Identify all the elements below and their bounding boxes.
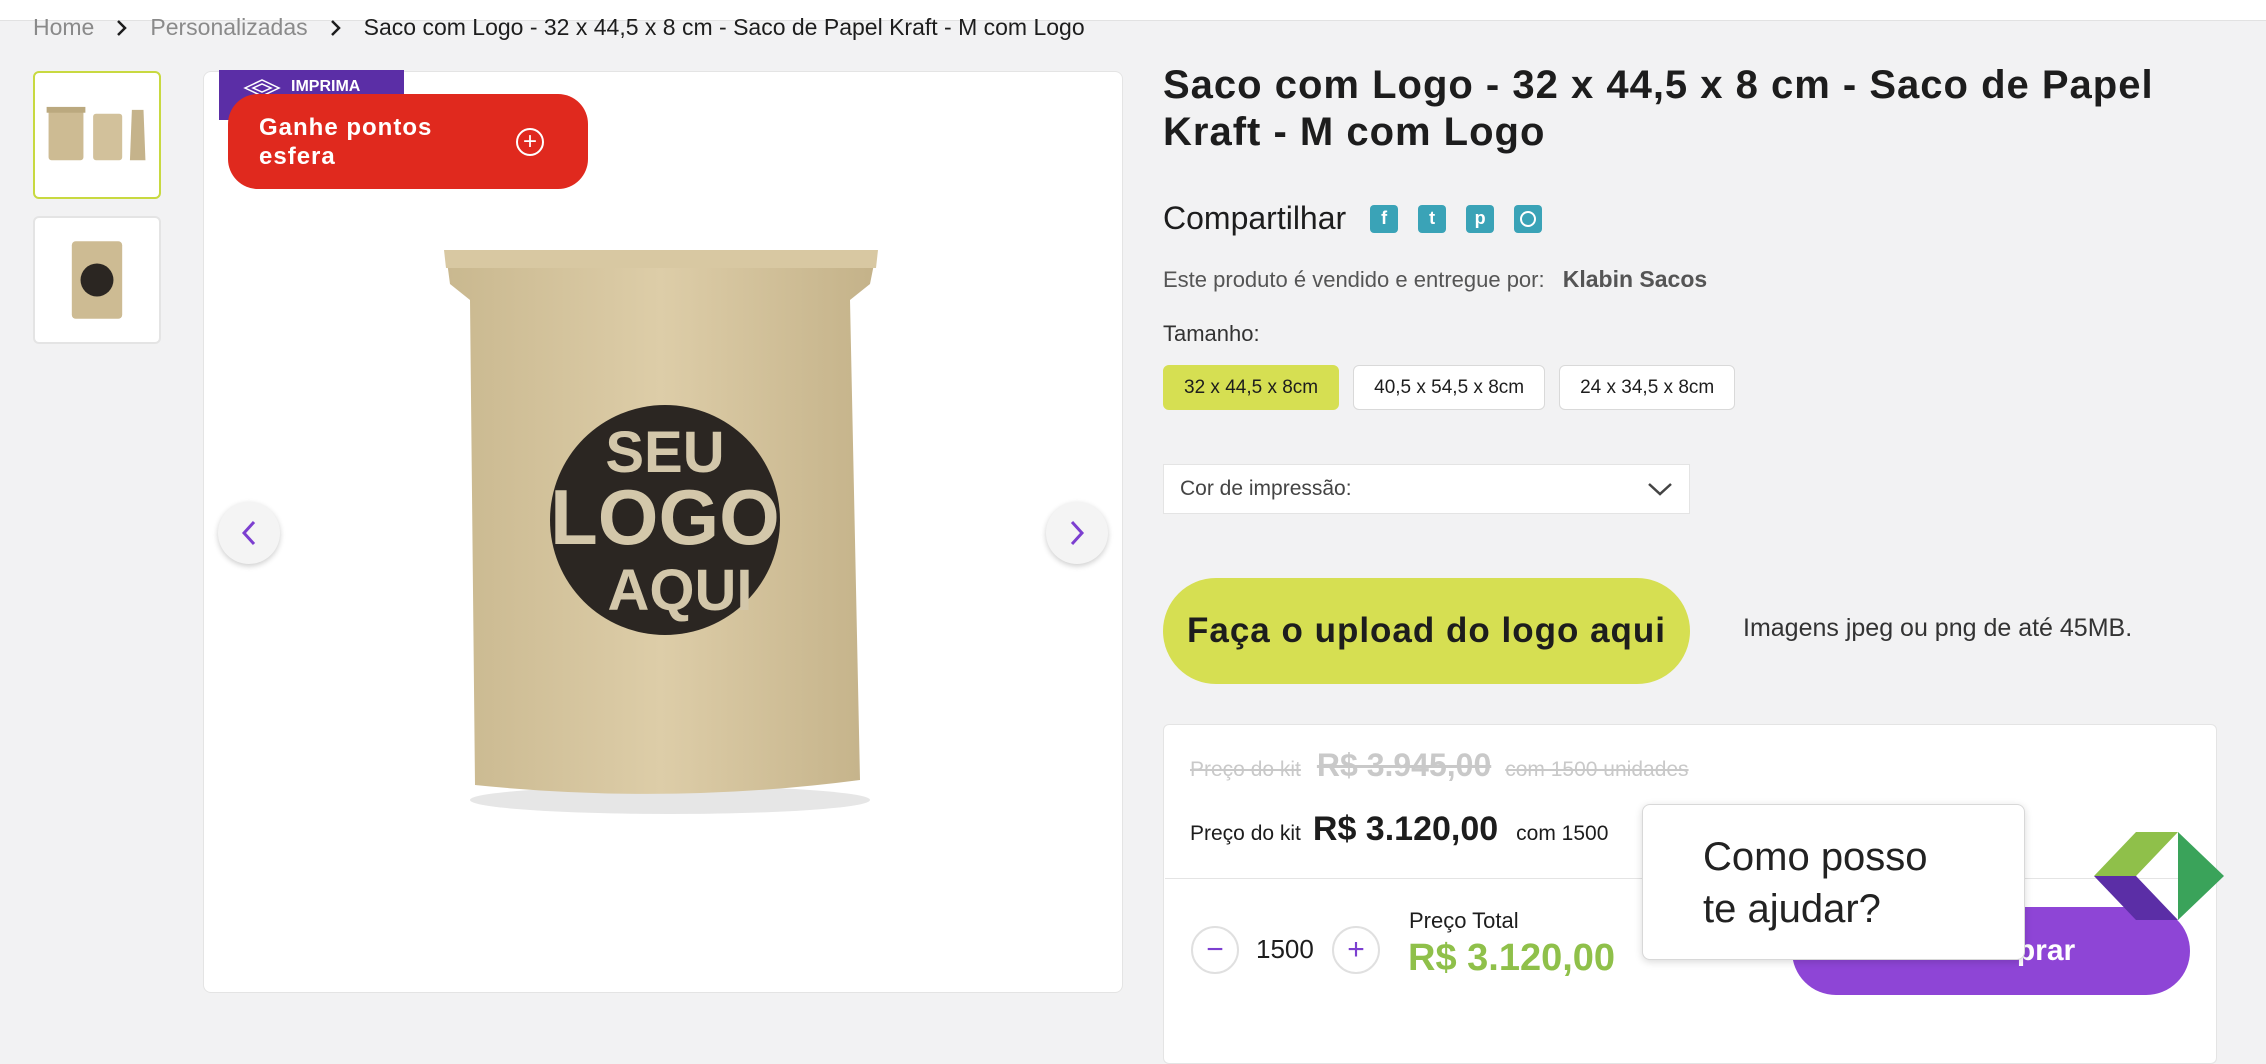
previous-image-button[interactable] (218, 502, 280, 564)
quantity-increase-button[interactable]: + (1332, 926, 1380, 974)
upload-note: Imagens jpeg ou png de até 45MB. (1743, 614, 2133, 642)
earn-points-label: Ganhe pontos esfera (259, 113, 433, 170)
product-title: Saco com Logo - 32 x 44,5 x 8 cm - Saco … (1163, 63, 2154, 154)
total-price-label: Preço Total (1409, 908, 1519, 933)
facebook-icon[interactable]: f (1370, 204, 1399, 233)
kit-price-row: Preço do kit R$ 3.120,00 com 1500 (1190, 810, 1608, 849)
size-option-32[interactable]: 32 x 44,5 x 8cm (1163, 365, 1340, 410)
quantity-value[interactable]: 1500 (1256, 934, 1314, 965)
breadcrumb-personalizadas[interactable]: Personalizadas (150, 14, 307, 41)
total-price-value: R$ 3.120,00 (1408, 937, 1616, 979)
share-row: Compartilhar f t p (1163, 200, 1562, 237)
size-option-24[interactable]: 24 x 34,5 x 8cm (1559, 365, 1736, 410)
next-image-button[interactable] (1046, 502, 1108, 564)
earn-points-button[interactable]: Ganhe pontos esfera + (228, 94, 588, 189)
pinterest-icon[interactable]: p (1466, 204, 1495, 233)
breadcrumb: Home Personalizadas Saco com Logo - 32 x… (33, 14, 1085, 41)
old-price-row: Preço do kit R$ 3.945,00 com 1500 unidad… (1190, 747, 1689, 784)
kit-price-value: R$ 3.120,00 (1312, 810, 1499, 848)
old-price-label: Preço do kit (1190, 758, 1301, 781)
logo-text-line2: LOGO (550, 473, 780, 561)
old-price-value: R$ 3.945,00 (1316, 747, 1492, 783)
seller-label: Este produto é vendido e entregue por: (1163, 267, 1545, 292)
chat-assistant-logo-icon[interactable] (2078, 830, 2226, 930)
size-label: Tamanho: (1163, 321, 1260, 346)
chat-bubble-line2: te ajudar? (1703, 887, 1881, 931)
seller-info: Este produto é vendido e entregue por: K… (1163, 266, 1707, 293)
chat-bubble[interactable]: Como posso te ajudar? (1642, 804, 2025, 960)
kit-price-units: com 1500 (1516, 822, 1608, 846)
kit-price-label: Preço do kit (1190, 822, 1301, 845)
bag-logo-thumbnail-image (71, 241, 123, 319)
print-color-select[interactable]: Cor de impressão: (1163, 464, 1690, 514)
thumbnail-1[interactable] (33, 71, 161, 199)
kit-units-text: com 1500 (1516, 822, 1609, 845)
size-options: 32 x 44,5 x 8cm 40,5 x 54,5 x 8cm 24 x 3… (1163, 365, 1736, 410)
breadcrumb-current: Saco com Logo - 32 x 44,5 x 8 cm - Saco … (363, 14, 1085, 40)
chevron-right-icon (330, 19, 342, 37)
quantity-decrease-button[interactable]: − (1191, 926, 1239, 974)
twitter-icon[interactable]: t (1418, 204, 1447, 233)
chevron-left-icon (241, 520, 256, 546)
seller-name[interactable]: Klabin Sacos (1563, 266, 1707, 292)
chevron-right-icon (116, 19, 128, 37)
thumbnail-2[interactable] (33, 216, 161, 344)
upload-logo-button[interactable]: Faça o upload do logo aqui (1163, 578, 1690, 684)
product-image: SEU LOGO AQUI (444, 250, 878, 814)
breadcrumb-home[interactable]: Home (33, 14, 94, 41)
logo-text-line3: AQUI (608, 558, 753, 623)
whatsapp-icon[interactable] (1514, 204, 1543, 233)
bag-thumbnail-image (46, 106, 146, 161)
size-option-40[interactable]: 40,5 x 54,5 x 8cm (1353, 365, 1546, 410)
chevron-down-icon (1648, 483, 1672, 496)
plus-circle-icon: + (516, 127, 544, 156)
chat-bubble-line1: Como posso (1703, 835, 1928, 879)
old-price-units: com 1500 unidades (1505, 758, 1689, 781)
share-label: Compartilhar (1163, 200, 1347, 236)
chevron-right-icon (1070, 520, 1085, 546)
print-color-label: Cor de impressão: (1180, 477, 1352, 500)
